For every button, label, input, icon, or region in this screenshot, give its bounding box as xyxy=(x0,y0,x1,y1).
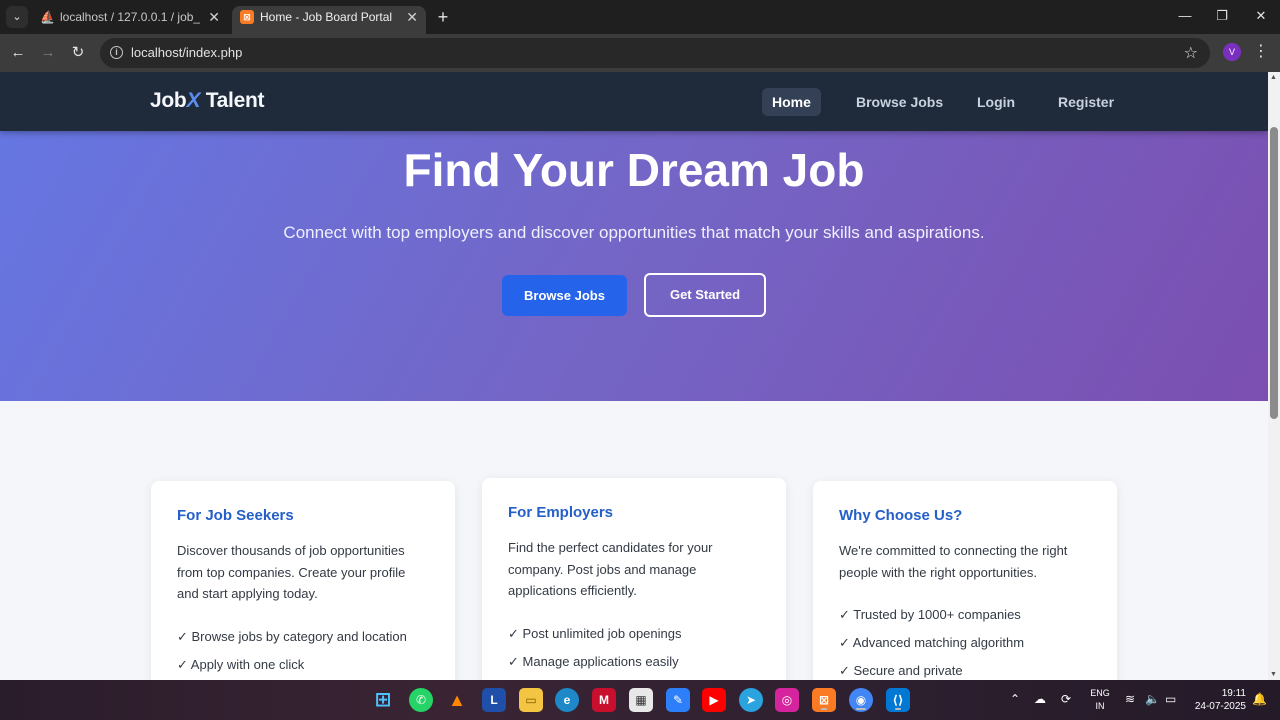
card-job-seekers: For Job Seekers Discover thousands of jo… xyxy=(151,481,455,680)
windows-start-icon[interactable]: ⊞ xyxy=(371,688,395,712)
nav-link-browse-jobs[interactable]: Browse Jobs xyxy=(846,88,953,116)
address-bar[interactable]: i localhost/index.php ☆ xyxy=(100,38,1210,68)
url-text[interactable]: localhost/index.php xyxy=(131,45,242,60)
back-arrow-icon[interactable]: ← xyxy=(7,42,29,64)
card-description: Find the perfect candidates for your com… xyxy=(508,540,713,598)
profile-avatar[interactable]: V xyxy=(1223,43,1241,61)
feature-item: ✓ Post unlimited job openings xyxy=(508,625,682,641)
brand-x: X xyxy=(186,89,201,112)
wifi-icon[interactable]: ≋ xyxy=(1125,692,1135,706)
volume-icon[interactable]: 🔈 xyxy=(1145,692,1160,706)
running-indicator xyxy=(856,708,866,710)
browser-tab-phpmyadmin[interactable]: ⛵ localhost / 127.0.0.1 / job_board ✕ xyxy=(32,6,228,34)
show-hidden-icons-chevron-icon[interactable]: ⌃ xyxy=(1010,692,1020,706)
forward-arrow-icon[interactable]: → xyxy=(37,42,59,64)
tab-title: Home - Job Board Portal xyxy=(260,10,393,24)
clock-date: 24-07-2025 xyxy=(1194,701,1246,712)
l-app-icon[interactable]: L xyxy=(482,688,506,712)
edge-icon[interactable]: e xyxy=(555,688,579,712)
feature-item: ✓ Trusted by 1000+ companies xyxy=(839,607,1021,622)
feature-item: ✓ Secure and private xyxy=(839,663,963,678)
hero-subtitle: Connect with top employers and discover … xyxy=(283,223,985,242)
new-tab-plus-icon[interactable]: + xyxy=(434,6,452,28)
running-indicator xyxy=(821,708,827,710)
browser-toolbar: ← → ↻ i localhost/index.php ☆ xyxy=(0,34,1280,72)
notification-bell-icon[interactable]: 🔔 xyxy=(1252,692,1267,706)
feature-item: ✓ Apply with one click xyxy=(177,656,305,672)
close-tab-icon[interactable]: ✕ xyxy=(406,6,418,28)
browser-menu-icon[interactable]: ⋮ xyxy=(1252,43,1270,61)
running-indicator xyxy=(895,708,901,710)
whatsapp-icon[interactable]: ✆ xyxy=(409,688,433,712)
vscode-icon[interactable]: ⟨⟩ xyxy=(886,688,910,712)
brand-prefix: Job xyxy=(150,89,187,112)
browser-tab-strip: ⌄ ⛵ localhost / 127.0.0.1 / job_board ✕ … xyxy=(0,0,1280,34)
phpmyadmin-favicon-icon: ⛵ xyxy=(40,10,55,24)
windows-taskbar: ⊞ ✆ ▲ L ▭ e M ▦ ✎ ▶ ➤ ◎ ⊠ ◉ ⟨⟩ ⌃ ☁ ⟳ ENG… xyxy=(0,680,1280,720)
card-description: Discover thousands of job opportunities … xyxy=(177,543,406,601)
mcafee-icon[interactable]: M xyxy=(592,688,616,712)
reload-icon[interactable]: ↻ xyxy=(67,42,89,64)
card-employers: For Employers Find the perfect candidate… xyxy=(482,478,786,680)
browser-tab-job-board[interactable]: ⊠ Home - Job Board Portal ✕ xyxy=(232,6,426,34)
card-title: For Job Seekers xyxy=(177,507,294,524)
card-title: For Employers xyxy=(508,504,614,521)
site-info-icon[interactable]: i xyxy=(110,46,123,59)
scroll-down-arrow-icon[interactable]: ▼ xyxy=(1270,671,1277,678)
feature-item: ✓ Browse jobs by category and location xyxy=(177,628,407,644)
feature-item: ✓ Advanced matching algorithm xyxy=(839,635,1025,650)
nav-link-login[interactable]: Login xyxy=(967,88,1025,116)
browse-jobs-button[interactable]: Browse Jobs xyxy=(502,275,627,316)
telegram-icon[interactable]: ➤ xyxy=(739,688,763,712)
region-code: IN xyxy=(1095,701,1105,711)
battery-icon[interactable]: ▭ xyxy=(1165,692,1176,706)
clock-time: 19:11 xyxy=(1221,688,1246,699)
get-started-button[interactable]: Get Started xyxy=(644,273,766,317)
card-why-choose-us: Why Choose Us? We're committed to connec… xyxy=(813,481,1117,680)
site-logo[interactable]: JobX Talent xyxy=(150,89,264,113)
onedrive-cloud-icon[interactable]: ☁ xyxy=(1034,692,1046,706)
page-scrollbar[interactable]: ▲ ▼ xyxy=(1268,72,1280,680)
close-tab-icon[interactable]: ✕ xyxy=(208,6,220,28)
xampp-favicon-icon: ⊠ xyxy=(240,10,254,24)
page-viewport: JobX Talent Home Browse Jobs Login Regis… xyxy=(0,72,1268,680)
card-title: Why Choose Us? xyxy=(839,507,963,524)
hero-section: Find Your Dream Job Connect with top emp… xyxy=(0,131,1268,401)
microsoft-store-icon[interactable]: ▦ xyxy=(629,688,653,712)
maximize-window-icon[interactable]: ❐ xyxy=(1207,5,1237,27)
tab-search-button[interactable]: ⌄ xyxy=(6,6,28,28)
file-explorer-icon[interactable]: ▭ xyxy=(519,688,543,712)
xampp-icon[interactable]: ⊠ xyxy=(812,688,836,712)
nav-link-home[interactable]: Home xyxy=(762,88,821,116)
pen-app-icon[interactable]: ✎ xyxy=(666,688,690,712)
vlc-icon[interactable]: ▲ xyxy=(445,688,469,712)
instagram-icon[interactable]: ◎ xyxy=(775,688,799,712)
feature-item: ✓ Manage applications easily xyxy=(508,653,679,669)
language-code: ENG xyxy=(1090,688,1110,698)
chrome-icon[interactable]: ◉ xyxy=(849,688,873,712)
bookmark-star-icon[interactable]: ☆ xyxy=(1184,43,1198,63)
minimize-window-icon[interactable]: — xyxy=(1170,5,1200,27)
nav-link-register[interactable]: Register xyxy=(1048,88,1124,116)
scroll-up-arrow-icon[interactable]: ▲ xyxy=(1270,74,1277,81)
close-window-icon[interactable]: ✕ xyxy=(1246,5,1276,27)
hero-title: Find Your Dream Job xyxy=(403,144,865,196)
site-navbar: JobX Talent Home Browse Jobs Login Regis… xyxy=(0,72,1268,131)
scrollbar-thumb[interactable] xyxy=(1270,127,1278,419)
brand-suffix: Talent xyxy=(200,89,265,112)
sync-icon[interactable]: ⟳ xyxy=(1061,692,1071,706)
youtube-icon[interactable]: ▶ xyxy=(702,688,726,712)
input-language-indicator[interactable]: ENG IN xyxy=(1089,687,1111,713)
card-description: We're committed to connecting the right … xyxy=(839,543,1068,580)
tab-title: localhost / 127.0.0.1 / job_board xyxy=(60,10,200,24)
system-clock[interactable]: 19:11 24-07-2025 xyxy=(1186,687,1246,713)
